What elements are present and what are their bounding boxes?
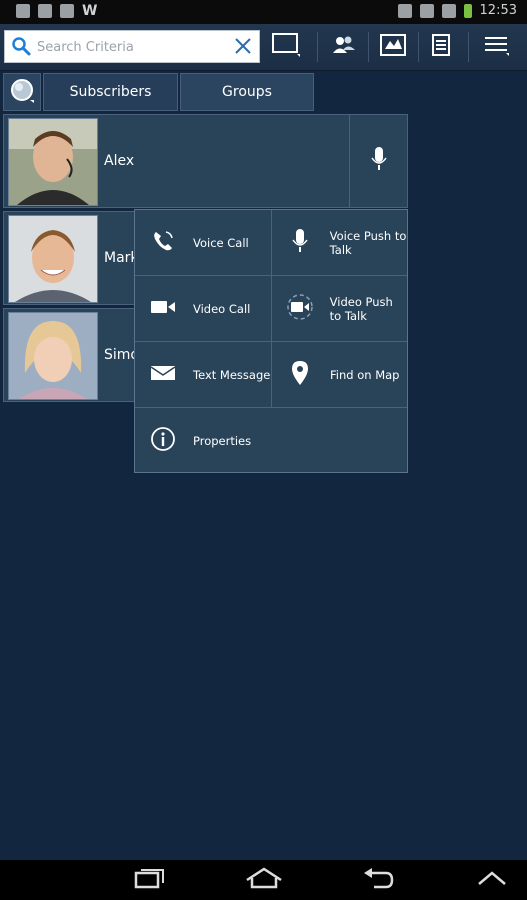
battery-notification-icon (16, 4, 30, 18)
envelope-icon (150, 364, 176, 386)
avatar (8, 118, 98, 206)
back-icon (362, 867, 394, 893)
overflow-menu-button[interactable] (472, 28, 520, 66)
search-input[interactable] (35, 34, 229, 61)
push-to-talk-button[interactable] (349, 115, 407, 207)
mute-icon (397, 3, 412, 18)
home-button[interactable] (234, 866, 294, 894)
wifi-icon (419, 3, 434, 18)
w-app-icon: W (82, 3, 98, 19)
tab-subscribers[interactable]: Subscribers (43, 73, 178, 111)
status-filter-button[interactable] (3, 73, 41, 111)
menu-item-label: Voice Push to Talk (329, 228, 407, 257)
clear-search-icon[interactable] (233, 36, 253, 60)
sd-card-icon (38, 4, 52, 18)
menu-item-properties[interactable]: Properties (135, 408, 407, 474)
context-menu: Voice Call Voice Push to Talk Video Call… (134, 209, 408, 473)
status-bar: W 12:53 (0, 0, 527, 24)
recent-apps-icon (134, 867, 166, 893)
search-icon[interactable] (11, 36, 31, 60)
menu-item-text-message[interactable]: Text Message (135, 342, 272, 408)
back-button[interactable] (348, 866, 408, 894)
phone-icon (151, 229, 175, 257)
menu-item-find-on-map[interactable]: Find on Map (272, 342, 407, 408)
menu-item-voice-push-to-talk[interactable]: Voice Push to Talk (272, 210, 407, 276)
status-circle-icon (8, 76, 36, 108)
list-icon (431, 33, 451, 61)
video-ptt-icon (286, 293, 314, 325)
battery-icon (463, 3, 472, 18)
signal-icon (441, 3, 456, 18)
navigation-bar (0, 860, 527, 900)
avatar (8, 312, 98, 400)
home-icon (245, 866, 283, 894)
show-more-button[interactable] (462, 866, 522, 894)
menu-item-label: Properties (193, 434, 252, 448)
map-button[interactable] (369, 28, 417, 66)
menu-item-label: Text Message (193, 367, 271, 382)
people-icon (330, 34, 358, 60)
menu-item-label: Video Call (193, 301, 251, 316)
subscriber-name: Alex (104, 153, 135, 169)
list-item[interactable]: Alex (3, 114, 408, 208)
menu-item-label: Find on Map (330, 367, 400, 382)
clock: 12:53 (479, 3, 517, 18)
menu-item-video-push-to-talk[interactable]: Video Push to Talk (272, 276, 407, 342)
video-camera-icon (150, 298, 176, 320)
microphone-icon (370, 146, 387, 176)
tab-groups[interactable]: Groups (180, 73, 314, 111)
menu-icon (482, 33, 510, 61)
menu-item-label: Voice Call (193, 235, 249, 250)
toolbar (0, 24, 527, 71)
map-pin-icon (291, 360, 309, 390)
microphone-icon (292, 228, 308, 258)
menu-item-voice-call[interactable]: Voice Call (135, 210, 272, 276)
avatar (8, 215, 98, 303)
window-icon (271, 32, 301, 62)
window-button[interactable] (262, 28, 310, 66)
groups-button[interactable] (320, 28, 368, 66)
list-button[interactable] (417, 28, 465, 66)
recent-apps-button[interactable] (120, 866, 180, 894)
info-icon (150, 426, 176, 456)
search-box (4, 30, 260, 63)
menu-item-video-call[interactable]: Video Call (135, 276, 272, 342)
map-icon (379, 33, 407, 61)
menu-item-label: Video Push to Talk (329, 294, 393, 323)
chevron-up-icon (477, 870, 507, 890)
image-icon (60, 4, 74, 18)
